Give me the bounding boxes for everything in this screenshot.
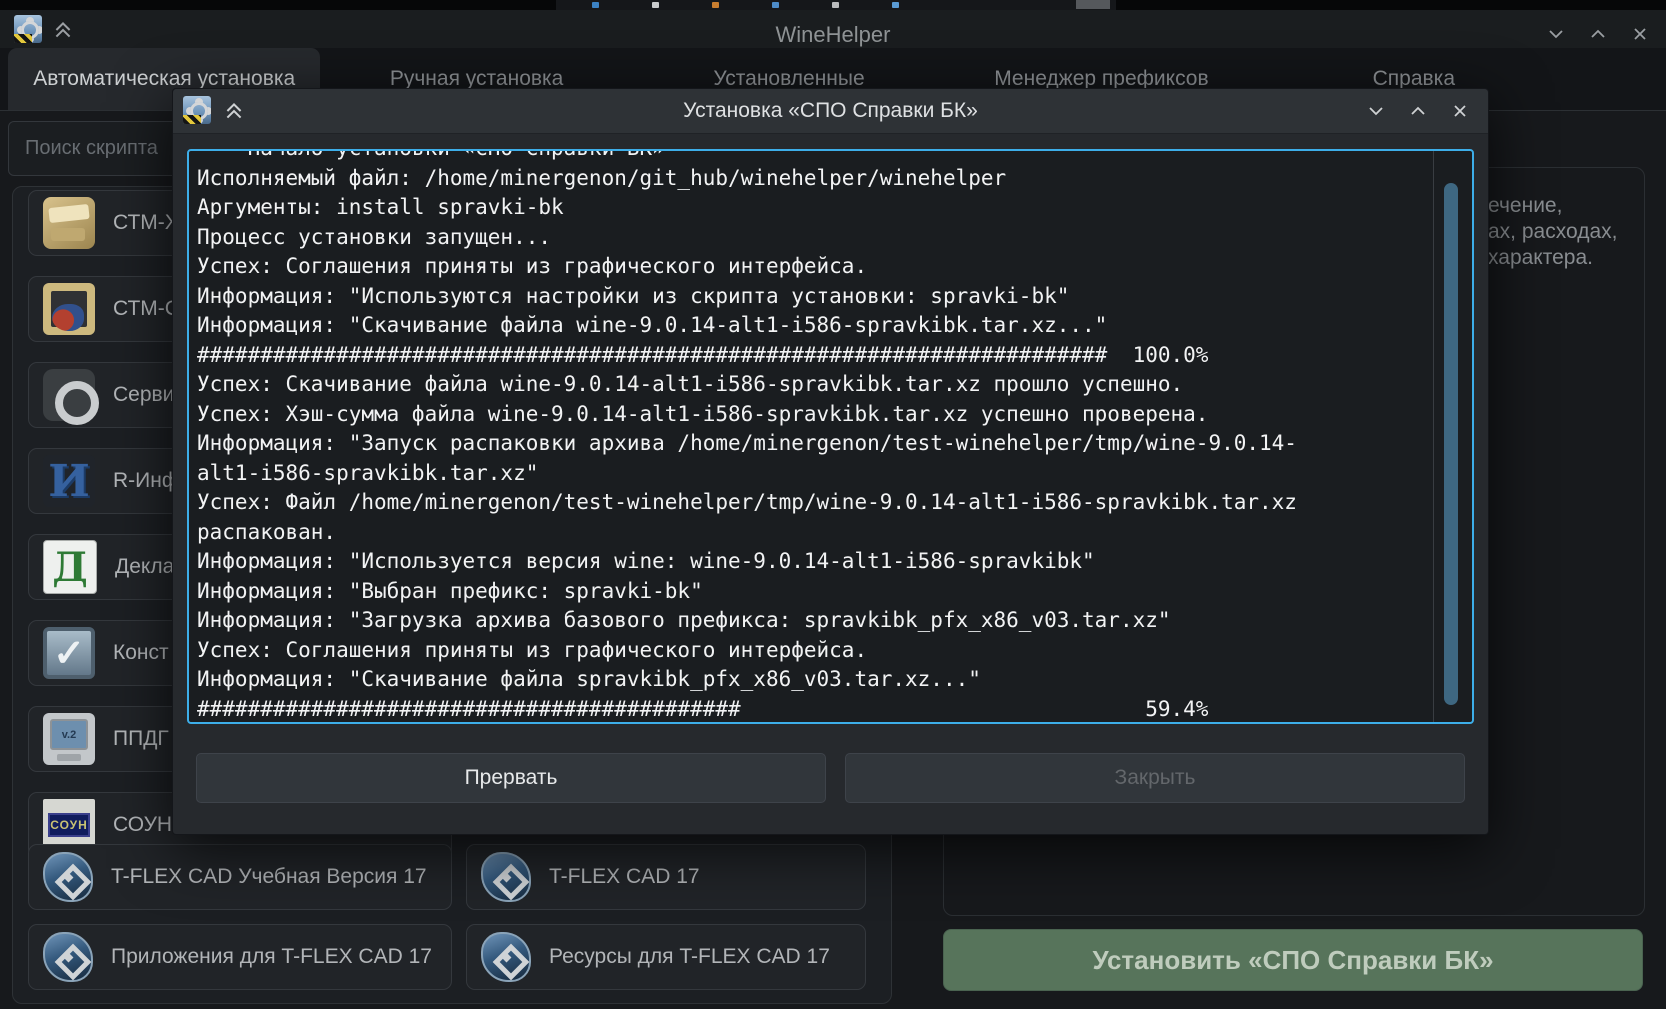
- main-titlebar[interactable]: WineHelper: [0, 10, 1666, 48]
- install-button[interactable]: Установить «СПО Справки БК»: [943, 929, 1643, 991]
- log-line: Информация: "Запуск распаковки архива /h…: [197, 429, 1472, 459]
- install-dialog: Установка «СПО Справки БК» Начало устано…: [172, 88, 1489, 835]
- stm-s-icon: [43, 283, 95, 335]
- tab-favicon-icon: [712, 2, 719, 8]
- log-text: Начало установки «СПО Справки БК»Исполня…: [189, 149, 1472, 724]
- search-placeholder: Поиск скрипта: [25, 137, 158, 160]
- log-line: Успех: Соглашения приняты из графическог…: [197, 252, 1472, 282]
- log-line: Успех: Скачивание файла wine-9.0.14-alt1…: [197, 370, 1472, 400]
- service-ring-icon: [43, 369, 95, 421]
- tflex-label: T-FLEX CAD Учебная Версия 17: [111, 865, 427, 889]
- maximize-icon[interactable]: [1408, 101, 1428, 121]
- log-line: Информация: "Загрузка архива базового пр…: [197, 606, 1472, 636]
- close-icon[interactable]: [1450, 101, 1470, 121]
- log-line: Исполняемый файл: /home/minergenon/git_h…: [197, 164, 1472, 194]
- log-line: Аргументы: install spravki-bk: [197, 193, 1472, 223]
- tflex-card[interactable]: Приложения для T-FLEX CAD 17: [28, 924, 452, 990]
- close-button[interactable]: Закрыть: [845, 753, 1465, 803]
- log-line: ########################################…: [197, 695, 1472, 725]
- script-label: R-Инф: [113, 469, 179, 493]
- log-scrollbar[interactable]: [1433, 151, 1472, 722]
- log-line: ########################################…: [197, 341, 1472, 371]
- tflex-card[interactable]: T-FLEX CAD Учебная Версия 17: [28, 844, 452, 910]
- log-line: Успех: Файл /home/minergenon/test-winehe…: [197, 488, 1472, 518]
- tab-favicon-icon: [592, 2, 599, 8]
- main-window-title: WineHelper: [0, 22, 1666, 48]
- close-icon[interactable]: [1630, 24, 1650, 44]
- tab-favicon-icon: [892, 2, 899, 8]
- description-line: характера.: [1488, 245, 1617, 271]
- script-label: ППДГ: [113, 727, 169, 751]
- desktop: WineHelper Автоматическая установка Ручн…: [0, 0, 1666, 1009]
- description-text: ечение,ах, расходах,характера.: [1488, 193, 1617, 271]
- dekla-icon: [43, 540, 97, 594]
- tflex-icon: [43, 852, 93, 902]
- tflex-icon: [481, 852, 531, 902]
- script-label: Декла: [115, 555, 174, 579]
- maximize-icon[interactable]: [1588, 24, 1608, 44]
- dialog-titlebar[interactable]: Установка «СПО Справки БК»: [173, 89, 1488, 134]
- tab-favicon-icon: [652, 2, 659, 8]
- dialog-title: Установка «СПО Справки БК»: [173, 99, 1488, 123]
- tflex-card-grid: T-FLEX CAD Учебная Версия 17 T-FLEX CAD …: [28, 844, 866, 990]
- log-line: Информация: "Выбран префикс: spravki-bk": [197, 577, 1472, 607]
- stm-x-icon: [43, 197, 95, 249]
- log-line: распакован.: [197, 518, 1472, 548]
- log-line: Начало установки «СПО Справки БК»: [197, 149, 1472, 164]
- konst-icon: [43, 627, 95, 679]
- script-label: Серви: [113, 383, 174, 407]
- tflex-icon: [43, 932, 93, 982]
- script-label: СТМ-Х: [113, 211, 179, 235]
- tflex-icon: [481, 932, 531, 982]
- minimize-icon[interactable]: [1546, 24, 1566, 44]
- ppdg-icon: [43, 713, 95, 765]
- log-line: Информация: "Скачивание файла spravkibk_…: [197, 665, 1472, 695]
- minimize-icon[interactable]: [1366, 101, 1386, 121]
- log-line: Успех: Хэш-сумма файла wine-9.0.14-alt1-…: [197, 400, 1472, 430]
- tflex-card[interactable]: Ресурсы для T-FLEX CAD 17: [466, 924, 866, 990]
- install-log[interactable]: Начало установки «СПО Справки БК»Исполня…: [187, 149, 1474, 724]
- log-line: Успех: Соглашения приняты из графическог…: [197, 636, 1472, 666]
- tflex-label: T-FLEX CAD 17: [549, 865, 700, 889]
- background-window-sliver: [0, 0, 1666, 10]
- tflex-label: Ресурсы для T-FLEX CAD 17: [549, 945, 830, 969]
- description-line: ечение,: [1488, 193, 1617, 219]
- tab-favicon-icon: [832, 2, 839, 8]
- background-window-button: [1076, 0, 1110, 9]
- log-line: Процесс установки запущен...: [197, 223, 1472, 253]
- abort-button[interactable]: Прервать: [196, 753, 826, 803]
- log-line: Информация: "Используются настройки из с…: [197, 282, 1472, 312]
- log-line: Информация: "Используется версия wine: w…: [197, 547, 1472, 577]
- log-line: alt1-i586-spravkibk.tar.xz": [197, 459, 1472, 489]
- tflex-card[interactable]: T-FLEX CAD 17: [466, 844, 866, 910]
- script-label: СТМ-С: [113, 297, 180, 321]
- script-label: СОУН: [113, 813, 172, 837]
- tflex-label: Приложения для T-FLEX CAD 17: [111, 945, 432, 969]
- r-inf-icon: [43, 455, 95, 507]
- log-line: Информация: "Скачивание файла wine-9.0.1…: [197, 311, 1472, 341]
- scrollbar-thumb[interactable]: [1444, 183, 1458, 705]
- script-label: Конст: [113, 641, 169, 665]
- tab-favicon-icon: [772, 2, 779, 8]
- description-line: ах, расходах,: [1488, 219, 1617, 245]
